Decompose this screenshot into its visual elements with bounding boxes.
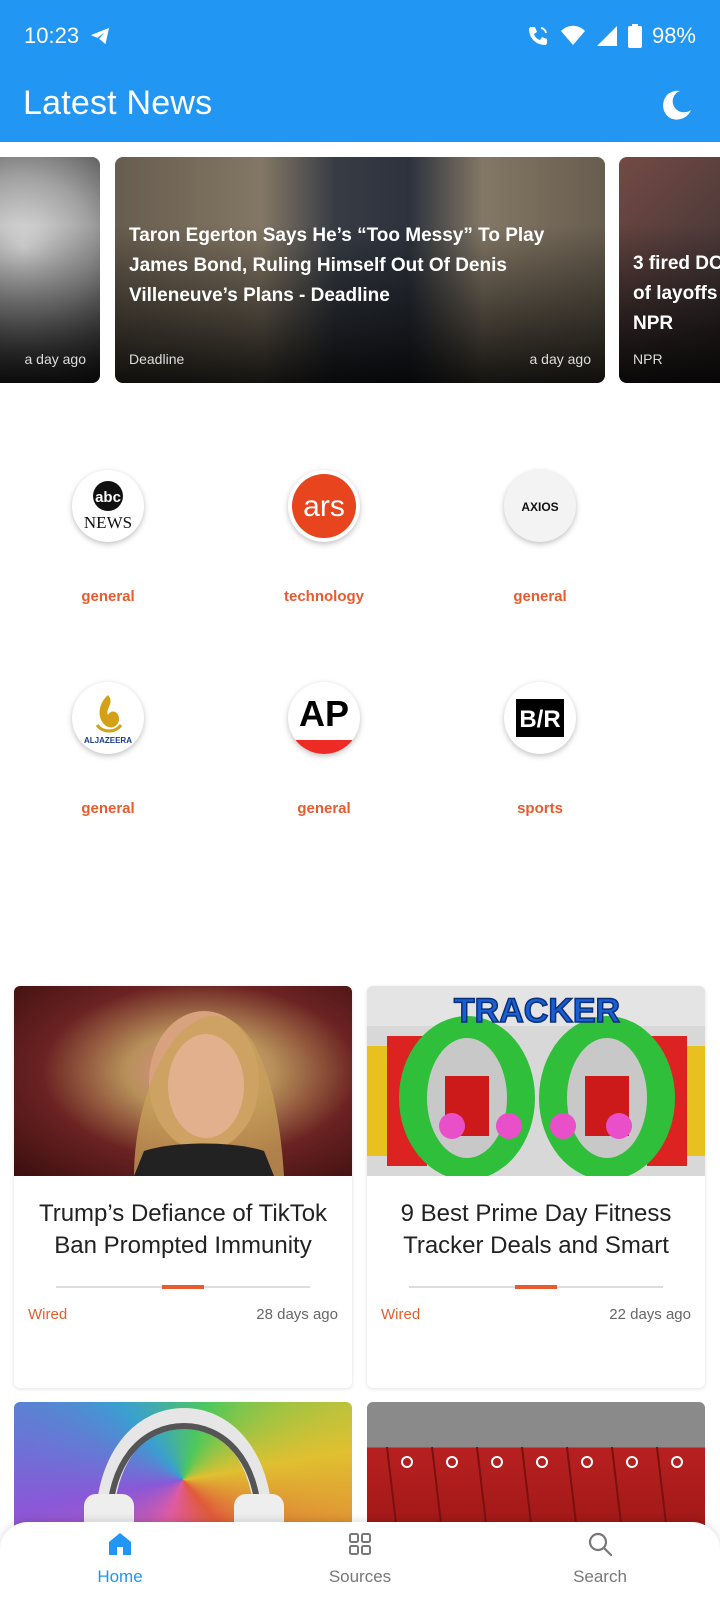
shopping-carts-illustration — [386, 1446, 683, 1532]
story-card[interactable]: a day ago — [0, 157, 100, 383]
story-headline: Taron Egerton Says He’s “Too Messy” To P… — [129, 225, 545, 306]
axios-logo: AXIOS — [504, 470, 576, 542]
source-tile-al-jazeera[interactable]: ALJAZEERA general — [0, 682, 216, 817]
article-source: Wired — [381, 1306, 421, 1323]
telegram-icon — [90, 27, 110, 45]
nav-sources-label: Sources — [328, 1567, 392, 1586]
svg-text:AP: AP — [299, 693, 349, 734]
source-category: sports — [517, 800, 563, 817]
app-bar: 10:23 98% Latest News — [0, 0, 720, 142]
divider-accent — [515, 1285, 557, 1289]
nav-sources[interactable]: Sources — [300, 1530, 420, 1587]
source-tile-axios[interactable]: AXIOS general — [432, 470, 648, 605]
svg-text:ALJAZEERA: ALJAZEERA — [84, 736, 132, 745]
article-card[interactable]: TRACKER 9 Best Prime Day Fitness Tracker… — [367, 986, 705, 1388]
article-card[interactable] — [367, 1402, 705, 1532]
portrait-illustration — [134, 1011, 284, 1176]
source-tile-ars-technica[interactable]: ars technology — [216, 470, 432, 605]
article-thumbnail: TRACKER — [367, 986, 705, 1176]
source-tile-associated-press[interactable]: AP general — [216, 682, 432, 817]
nav-search-label: Search — [573, 1567, 627, 1586]
source-category: general — [297, 800, 351, 817]
fitness-tracker-illustration: TRACKER — [367, 991, 705, 1176]
source-tile-abc-news[interactable]: abc NEWS general — [0, 470, 216, 605]
svg-text:AXIOS: AXIOS — [521, 500, 558, 514]
top-stories-carousel[interactable]: a day ago Taron Egerton Says He’s “Too M… — [0, 157, 720, 384]
bottom-navigation: Home Sources Search — [0, 1522, 720, 1600]
story-age: a day ago — [529, 351, 592, 367]
article-title: 9 Best Prime Day Fitness Tracker Deals a… — [400, 1200, 672, 1259]
home-icon — [109, 1533, 131, 1555]
tracker-banner-text: TRACKER — [454, 992, 620, 1030]
wifi-icon — [560, 25, 585, 45]
divider-accent — [162, 1285, 204, 1289]
ap-logo: AP — [288, 682, 360, 754]
source-category: technology — [283, 588, 364, 605]
svg-text:B/R: B/R — [519, 706, 560, 733]
story-source: Deadline — [129, 351, 185, 367]
al-jazeera-logo: ALJAZEERA — [72, 682, 144, 754]
source-category: general — [513, 588, 567, 605]
bleacher-report-logo: B/R — [504, 682, 576, 754]
article-age: 22 days ago — [609, 1306, 691, 1323]
story-source: NPR — [633, 351, 663, 367]
story-card[interactable]: Taron Egerton Says He’s “Too Messy” To P… — [115, 157, 605, 383]
article-card[interactable] — [14, 1402, 352, 1532]
nav-home-label: Home — [97, 1567, 143, 1586]
svg-text:abc: abc — [95, 489, 121, 506]
story-headline: 3 fired DC of layoffs - NPR — [633, 253, 720, 334]
article-title: Trump’s Defiance of TikTok Ban Prompted … — [38, 1200, 328, 1259]
battery-icon — [627, 24, 642, 48]
wifi-call-icon — [528, 27, 547, 45]
theme-toggle-icon[interactable] — [660, 88, 694, 122]
nav-home[interactable]: Home — [60, 1530, 180, 1587]
svg-text:NEWS: NEWS — [84, 513, 132, 532]
signal-icon — [596, 26, 617, 46]
story-age: a day ago — [24, 351, 87, 367]
status-bar: 10:23 98% — [24, 20, 696, 52]
article-thumbnail — [14, 986, 352, 1176]
article-source: Wired — [28, 1306, 68, 1323]
ars-technica-logo: ars — [288, 470, 360, 542]
abc-news-logo: abc NEWS — [72, 470, 144, 542]
story-card[interactable]: 3 fired DC of layoffs - NPR NPR — [619, 157, 720, 383]
battery-level: 98% — [651, 23, 696, 48]
article-age: 28 days ago — [256, 1306, 338, 1323]
search-icon — [588, 1532, 613, 1557]
grid-icon — [349, 1533, 371, 1555]
page-title: Latest News — [23, 84, 213, 122]
source-category: general — [81, 800, 135, 817]
nav-search[interactable]: Search — [540, 1530, 660, 1587]
svg-text:ars: ars — [303, 490, 345, 523]
card-gradient — [0, 157, 100, 383]
source-tile-bleacher-report[interactable]: B/R sports — [432, 682, 648, 817]
article-card[interactable]: Trump’s Defiance of TikTok Ban Prompted … — [14, 986, 352, 1388]
status-time: 10:23 — [24, 23, 80, 48]
source-category: general — [81, 588, 135, 605]
headphones-illustration — [84, 1407, 284, 1532]
